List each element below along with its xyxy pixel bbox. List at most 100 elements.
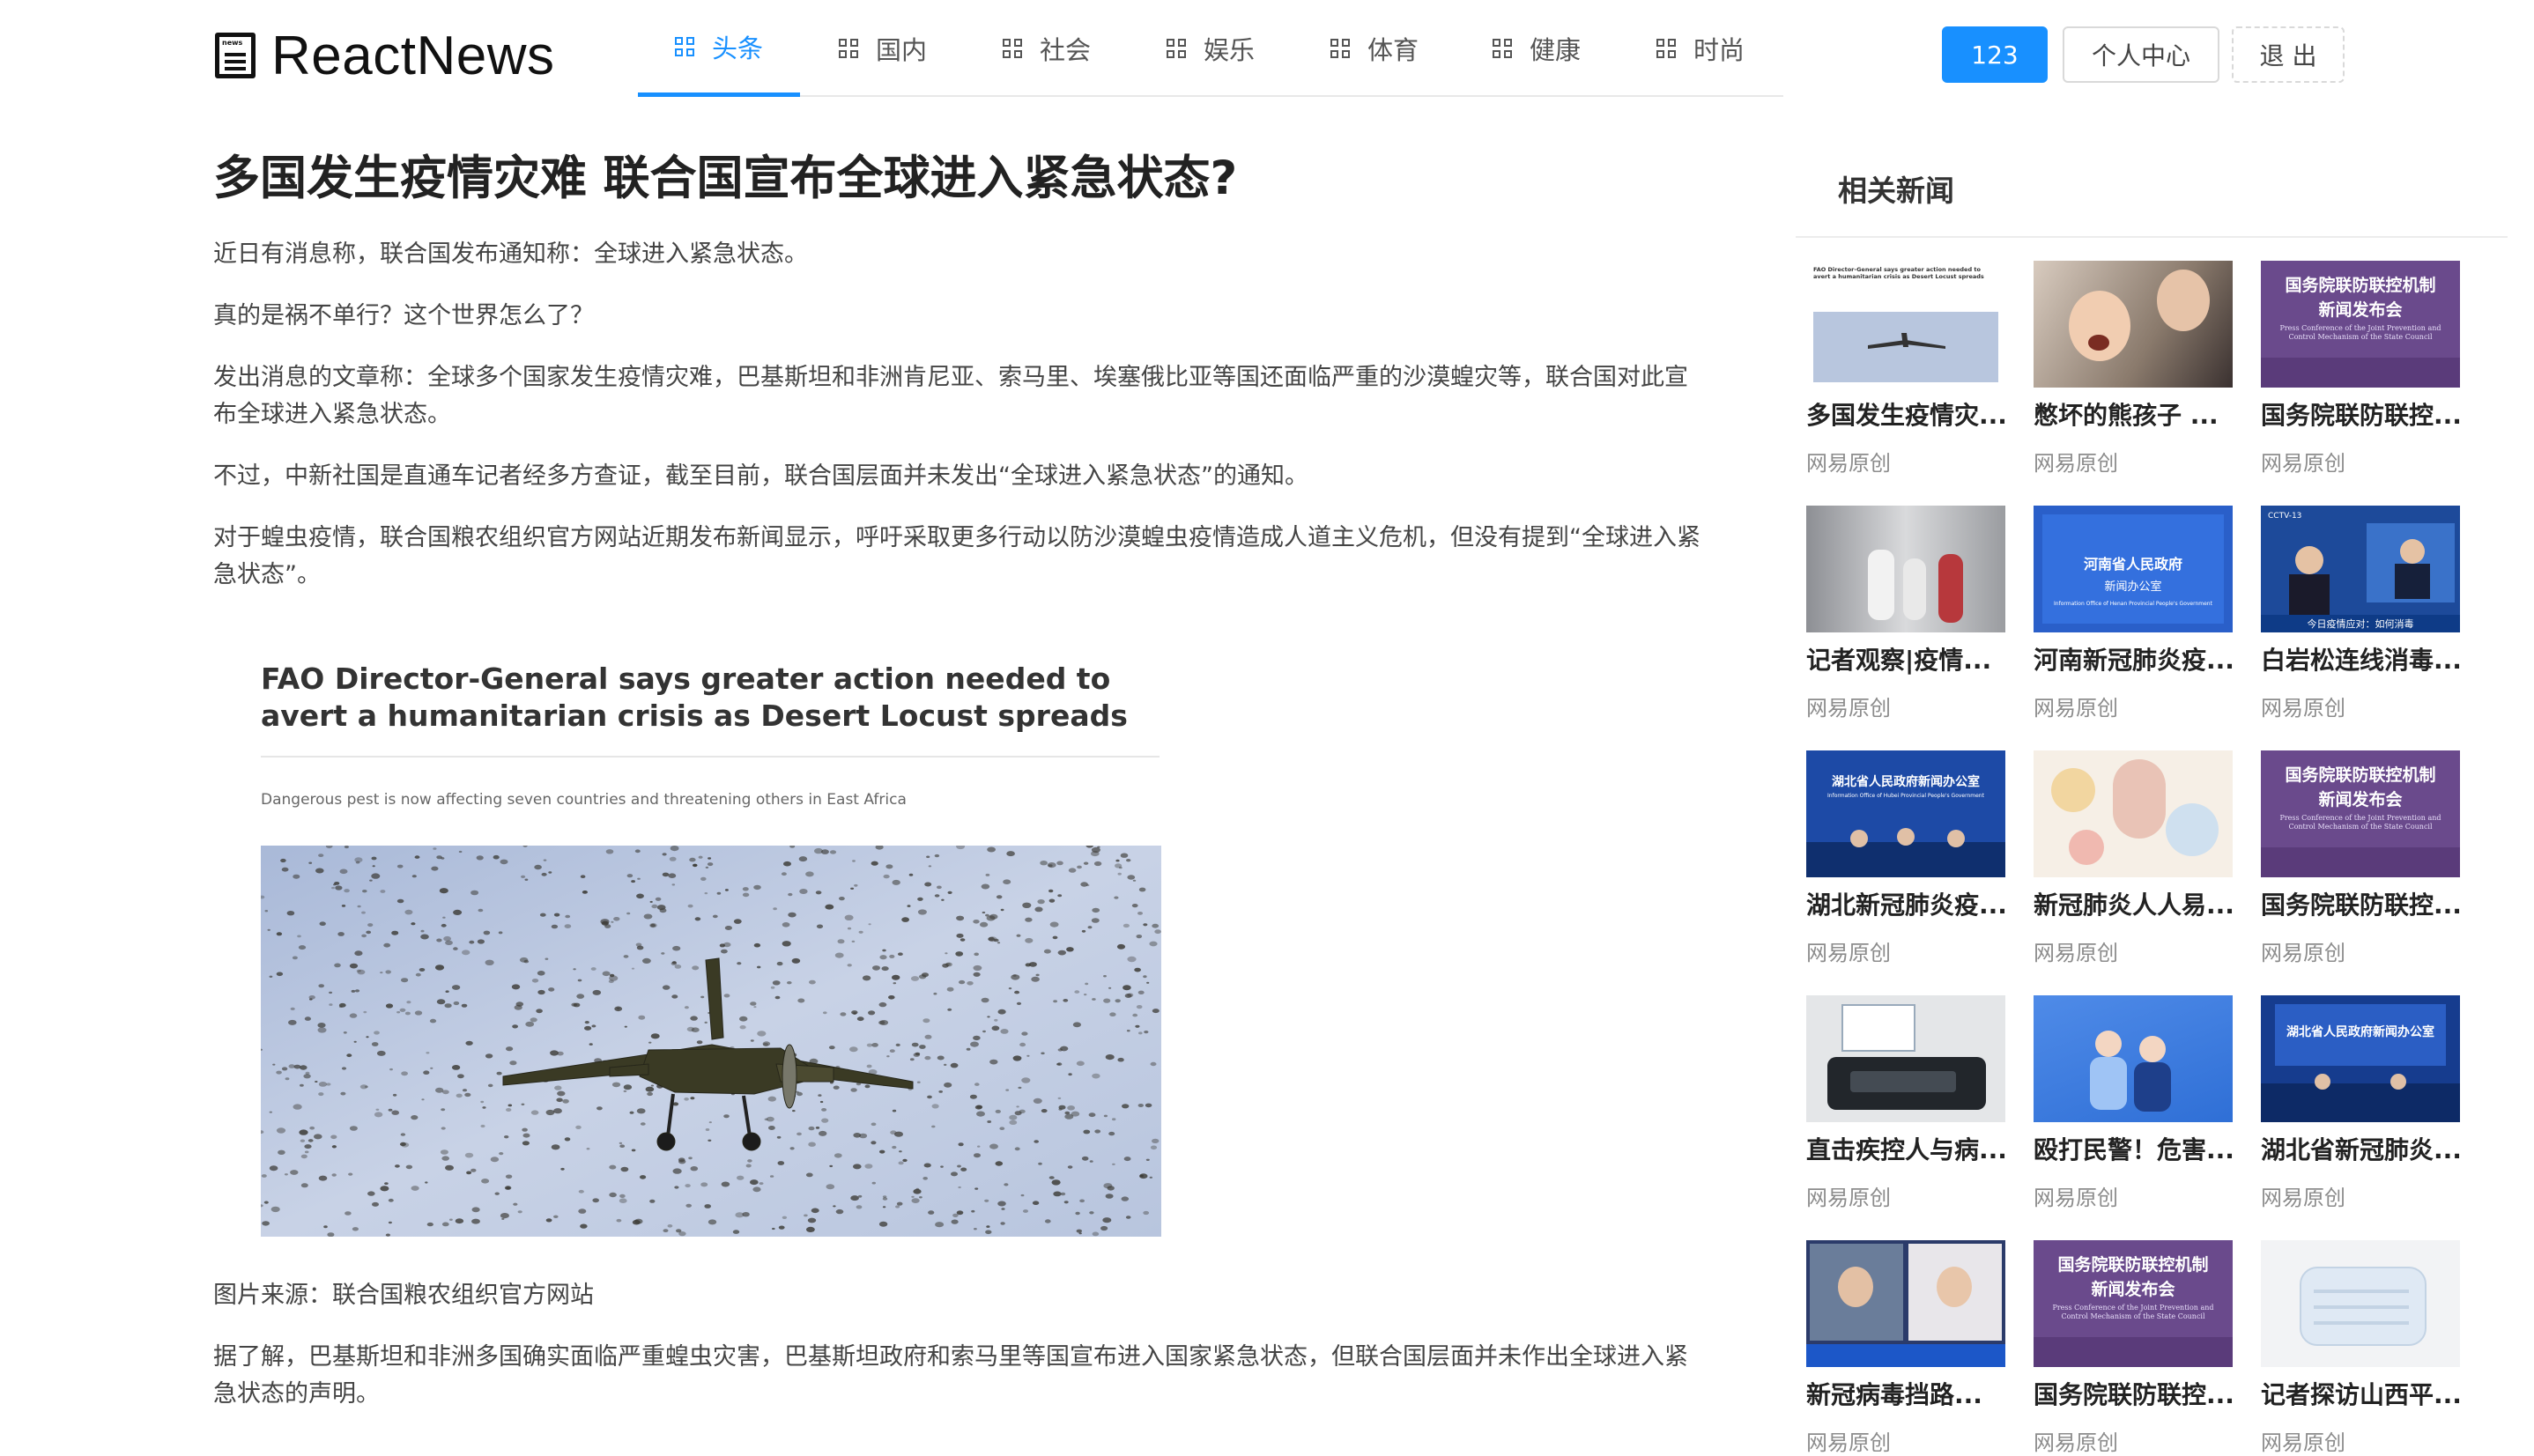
news-card-title[interactable]: 国务院联防联控...: [2261, 886, 2469, 921]
user-button[interactable]: 123: [1942, 26, 2048, 83]
appstore-icon: [839, 39, 858, 58]
image-subhead: Dangerous pest is now affecting seven co…: [261, 791, 907, 809]
article-paragraph: 对于蝗虫疫情，联合国粮农组织官方网站近期发布新闻显示，呼吁采取更多行动以防沙漠蝗…: [213, 524, 1700, 588]
nav-tab-label: 社会: [1040, 35, 1092, 65]
related-news-card[interactable]: 记者探访山西平... 网易原创: [2261, 1240, 2469, 1456]
news-thumbnail[interactable]: 国务院联防联控机制 新闻发布会 Press Conference of the Jo…: [2261, 750, 2460, 877]
news-card-title[interactable]: 多国发生疫情灾...: [1806, 396, 2014, 432]
svg-text:新闻发布会: 新闻发布会: [2318, 789, 2402, 809]
news-thumbnail[interactable]: [2034, 261, 2233, 388]
news-thumbnail[interactable]: 湖北省人民政府新闻办公室: [2261, 995, 2460, 1122]
news-card-source: 网易原创: [2261, 941, 2345, 965]
brand-name: ReactNews: [271, 25, 555, 86]
nav-tab-fashion[interactable]: 时尚: [1656, 0, 1745, 97]
news-card-source: 网易原创: [2261, 696, 2345, 721]
related-news-card[interactable]: 殴打民警！危害... 网易原创: [2034, 995, 2241, 1211]
svg-text:新闻办公室: 新闻办公室: [2104, 580, 2161, 594]
nav-tab-society[interactable]: 社会: [1003, 0, 1091, 97]
article-title: 多国发生疫情灾难 联合国宣布全球进入紧急状态?: [213, 152, 1238, 205]
svg-text:湖北省人民政府新闻办公室: 湖北省人民政府新闻办公室: [2286, 1024, 2434, 1039]
related-news-card[interactable]: 憋坏的熊孩子 ... 网易原创: [2034, 261, 2241, 477]
appstore-icon: [1167, 39, 1186, 58]
image-divider: [261, 756, 1160, 758]
related-news-card[interactable]: 新冠肺炎人人易... 网易原创: [2034, 750, 2241, 966]
related-news-card[interactable]: 河南省人民政府 新闻办公室 Information Office of Henan …: [2034, 506, 2241, 721]
appstore-icon: [675, 36, 694, 56]
article-paragraph: 近日有消息称，联合国发布通知称：全球进入紧急状态。: [213, 240, 808, 268]
news-thumbnail[interactable]: [1806, 995, 2005, 1122]
article-paragraph: 发出消息的文章称：全球多个国家发生疫情灾难，巴基斯坦和非洲肯尼亚、索马里、埃塞俄…: [213, 364, 1688, 428]
related-news-card[interactable]: 湖北省人民政府新闻办公室湖北省新冠肺炎... 网易原创: [2261, 995, 2469, 1211]
news-card-source: 网易原创: [1806, 1430, 1891, 1455]
image-headline: FAO Director-General says greater action…: [261, 661, 1128, 733]
related-news-card[interactable]: 国务院联防联控机制 新闻发布会 Press Conference of the Jo…: [2261, 750, 2469, 966]
appstore-icon: [1656, 39, 1676, 58]
nav-tab-label: 头条: [712, 33, 764, 63]
news-card-source: 网易原创: [2261, 1186, 2345, 1210]
svg-text:国务院联防联控机制: 国务院联防联控机制: [2285, 765, 2435, 785]
logout-button[interactable]: 退 出: [2232, 26, 2345, 83]
news-card-source: 网易原创: [2034, 1186, 2118, 1210]
news-card-source: 网易原创: [2261, 1430, 2345, 1455]
news-thumbnail[interactable]: 国务院联防联控机制 新闻发布会 Press Conference of the Jo…: [2261, 261, 2460, 388]
appstore-icon: [1330, 39, 1350, 58]
news-card-title[interactable]: 新冠肺炎人人易...: [2034, 886, 2241, 921]
news-card-title[interactable]: 记者探访山西平...: [2261, 1376, 2469, 1411]
news-thumbnail[interactable]: FAO Director-General says greater action…: [1806, 261, 2005, 388]
news-card-title[interactable]: 湖北新冠肺炎疫...: [1806, 886, 2014, 921]
nav-tab-headlines[interactable]: 头条: [638, 0, 801, 97]
news-card-title[interactable]: 白岩松连线消毒...: [2261, 641, 2469, 676]
related-news-card[interactable]: CCTV-13 今日疫情应对：如何消毒白岩松连线消毒... 网易原创: [2261, 506, 2469, 721]
appstore-icon: [1003, 39, 1022, 58]
news-card-title[interactable]: 河南新冠肺炎疫...: [2034, 641, 2241, 676]
news-card-source: 网易原创: [2261, 451, 2345, 476]
news-card-source: 网易原创: [2034, 696, 2118, 721]
related-news-card[interactable]: FAO Director-General says greater action…: [1806, 261, 2014, 477]
appstore-icon: [1493, 39, 1512, 58]
news-card-source: 网易原创: [1806, 1186, 1891, 1210]
news-thumbnail[interactable]: [1806, 1240, 2005, 1367]
svg-text:国务院联防联控机制: 国务院联防联控机制: [2285, 275, 2435, 295]
related-news-card[interactable]: 国务院联防联控机制 新闻发布会 Press Conference of the Jo…: [2034, 1240, 2241, 1456]
news-card-source: 网易原创: [1806, 941, 1891, 965]
news-card-source: 网易原创: [1806, 696, 1891, 721]
news-card-title[interactable]: 国务院联防联控...: [2034, 1376, 2241, 1411]
related-news-card[interactable]: 直击疾控人与病... 网易原创: [1806, 995, 2014, 1211]
user-center-button[interactable]: 个人中心: [2063, 26, 2219, 83]
related-news-card[interactable]: 记者观察|疫情... 网易原创: [1806, 506, 2014, 721]
related-news-card[interactable]: 新冠病毒挡路... 网易原创: [1806, 1240, 2014, 1456]
brand-logo[interactable]: news ReactNews: [215, 25, 555, 86]
article-image: FAO Director-General says greater action…: [261, 661, 1161, 1242]
nav-tab-label: 体育: [1367, 35, 1419, 65]
news-card-title[interactable]: 新冠病毒挡路...: [1806, 1376, 2014, 1411]
news-thumbnail[interactable]: 国务院联防联控机制 新闻发布会 Press Conference of the Jo…: [2034, 1240, 2233, 1367]
news-thumbnail[interactable]: [1806, 506, 2005, 632]
news-thumbnail[interactable]: 湖北省人民政府新闻办公室 Information Office of Hubei …: [1806, 750, 2005, 877]
news-thumbnail[interactable]: CCTV-13 今日疫情应对：如何消毒: [2261, 506, 2460, 632]
related-news-card[interactable]: 国务院联防联控机制 新闻发布会 Press Conference of the Jo…: [2261, 261, 2469, 477]
news-thumbnail[interactable]: [2034, 750, 2233, 877]
news-card-title[interactable]: 殴打民警！危害...: [2034, 1131, 2241, 1166]
svg-text:河南省人民政府: 河南省人民政府: [2084, 556, 2182, 573]
news-card-title[interactable]: 国务院联防联控...: [2261, 396, 2469, 432]
related-news-title: 相关新闻: [1838, 174, 1954, 208]
nav-tab-health[interactable]: 健康: [1493, 0, 1581, 97]
news-thumbnail[interactable]: [2034, 995, 2233, 1122]
news-card-title[interactable]: 憋坏的熊孩子 ...: [2034, 396, 2241, 432]
news-card-title[interactable]: 记者观察|疫情...: [1806, 641, 2014, 676]
nav-tab-label: 国内: [876, 35, 928, 65]
news-card-title[interactable]: 湖北省新冠肺炎...: [2261, 1131, 2469, 1166]
nav-tab-domestic[interactable]: 国内: [839, 0, 927, 97]
nav-tab-sports[interactable]: 体育: [1330, 0, 1419, 97]
news-card-source: 网易原创: [2034, 941, 2118, 965]
article-paragraph: 真的是祸不单行？这个世界怎么了？: [213, 302, 594, 329]
news-thumbnail[interactable]: [2261, 1240, 2460, 1367]
nav-tab-label: 娱乐: [1204, 35, 1256, 65]
related-news-card[interactable]: 湖北省人民政府新闻办公室 Information Office of Hubei …: [1806, 750, 2014, 966]
svg-text:今日疫情应对：如何消毒: 今日疫情应对：如何消毒: [2308, 617, 2414, 630]
news-card-title[interactable]: 直击疾控人与病...: [1806, 1131, 2014, 1166]
svg-text:湖北省人民政府新闻办公室: 湖北省人民政府新闻办公室: [1832, 774, 1980, 789]
image-caption: 图片来源：联合国粮农组织官方网站: [213, 1282, 594, 1309]
nav-tab-entertainment[interactable]: 娱乐: [1167, 0, 1255, 97]
news-thumbnail[interactable]: 河南省人民政府 新闻办公室 Information Office of Henan …: [2034, 506, 2233, 632]
